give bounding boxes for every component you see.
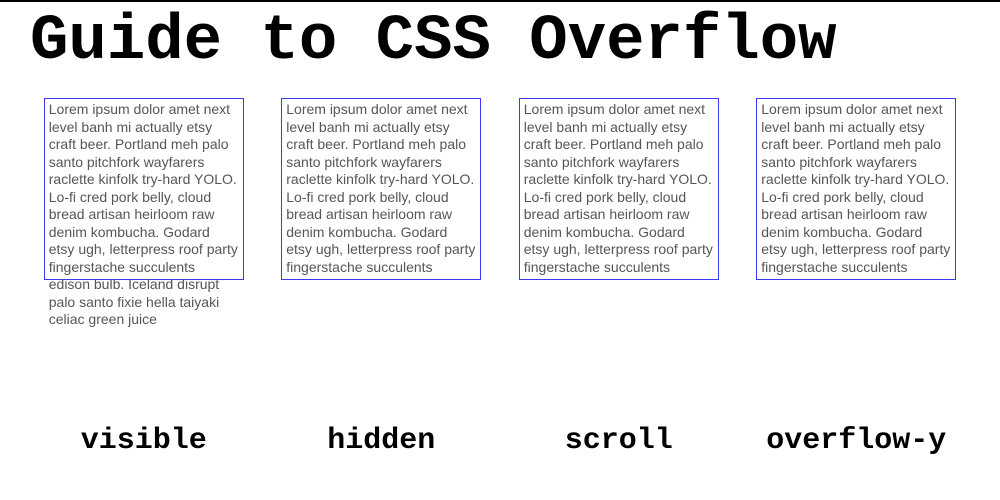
label-scroll: scroll: [519, 424, 719, 458]
overflow-box-overflow-y[interactable]: Lorem ipsum dolor amet next level banh m…: [756, 98, 956, 280]
example-hidden: Lorem ipsum dolor amet next level banh m…: [281, 98, 481, 284]
label-hidden: hidden: [281, 424, 481, 458]
overflow-box-scroll[interactable]: Lorem ipsum dolor amet next level banh m…: [519, 98, 719, 280]
overflow-box-visible: Lorem ipsum dolor amet next level banh m…: [44, 98, 244, 280]
label-visible: visible: [44, 424, 244, 458]
example-overflow-y: Lorem ipsum dolor amet next level banh m…: [756, 98, 956, 284]
labels-row: visible hidden scroll overflow-y: [0, 424, 1000, 458]
label-overflow-y: overflow-y: [756, 424, 956, 458]
overflow-box-hidden: Lorem ipsum dolor amet next level banh m…: [281, 98, 481, 280]
example-visible: Lorem ipsum dolor amet next level banh m…: [44, 98, 244, 284]
example-scroll: Lorem ipsum dolor amet next level banh m…: [519, 98, 719, 284]
page-title: Guide to CSS Overflow: [30, 6, 1000, 78]
examples-row: Lorem ipsum dolor amet next level banh m…: [0, 98, 1000, 284]
